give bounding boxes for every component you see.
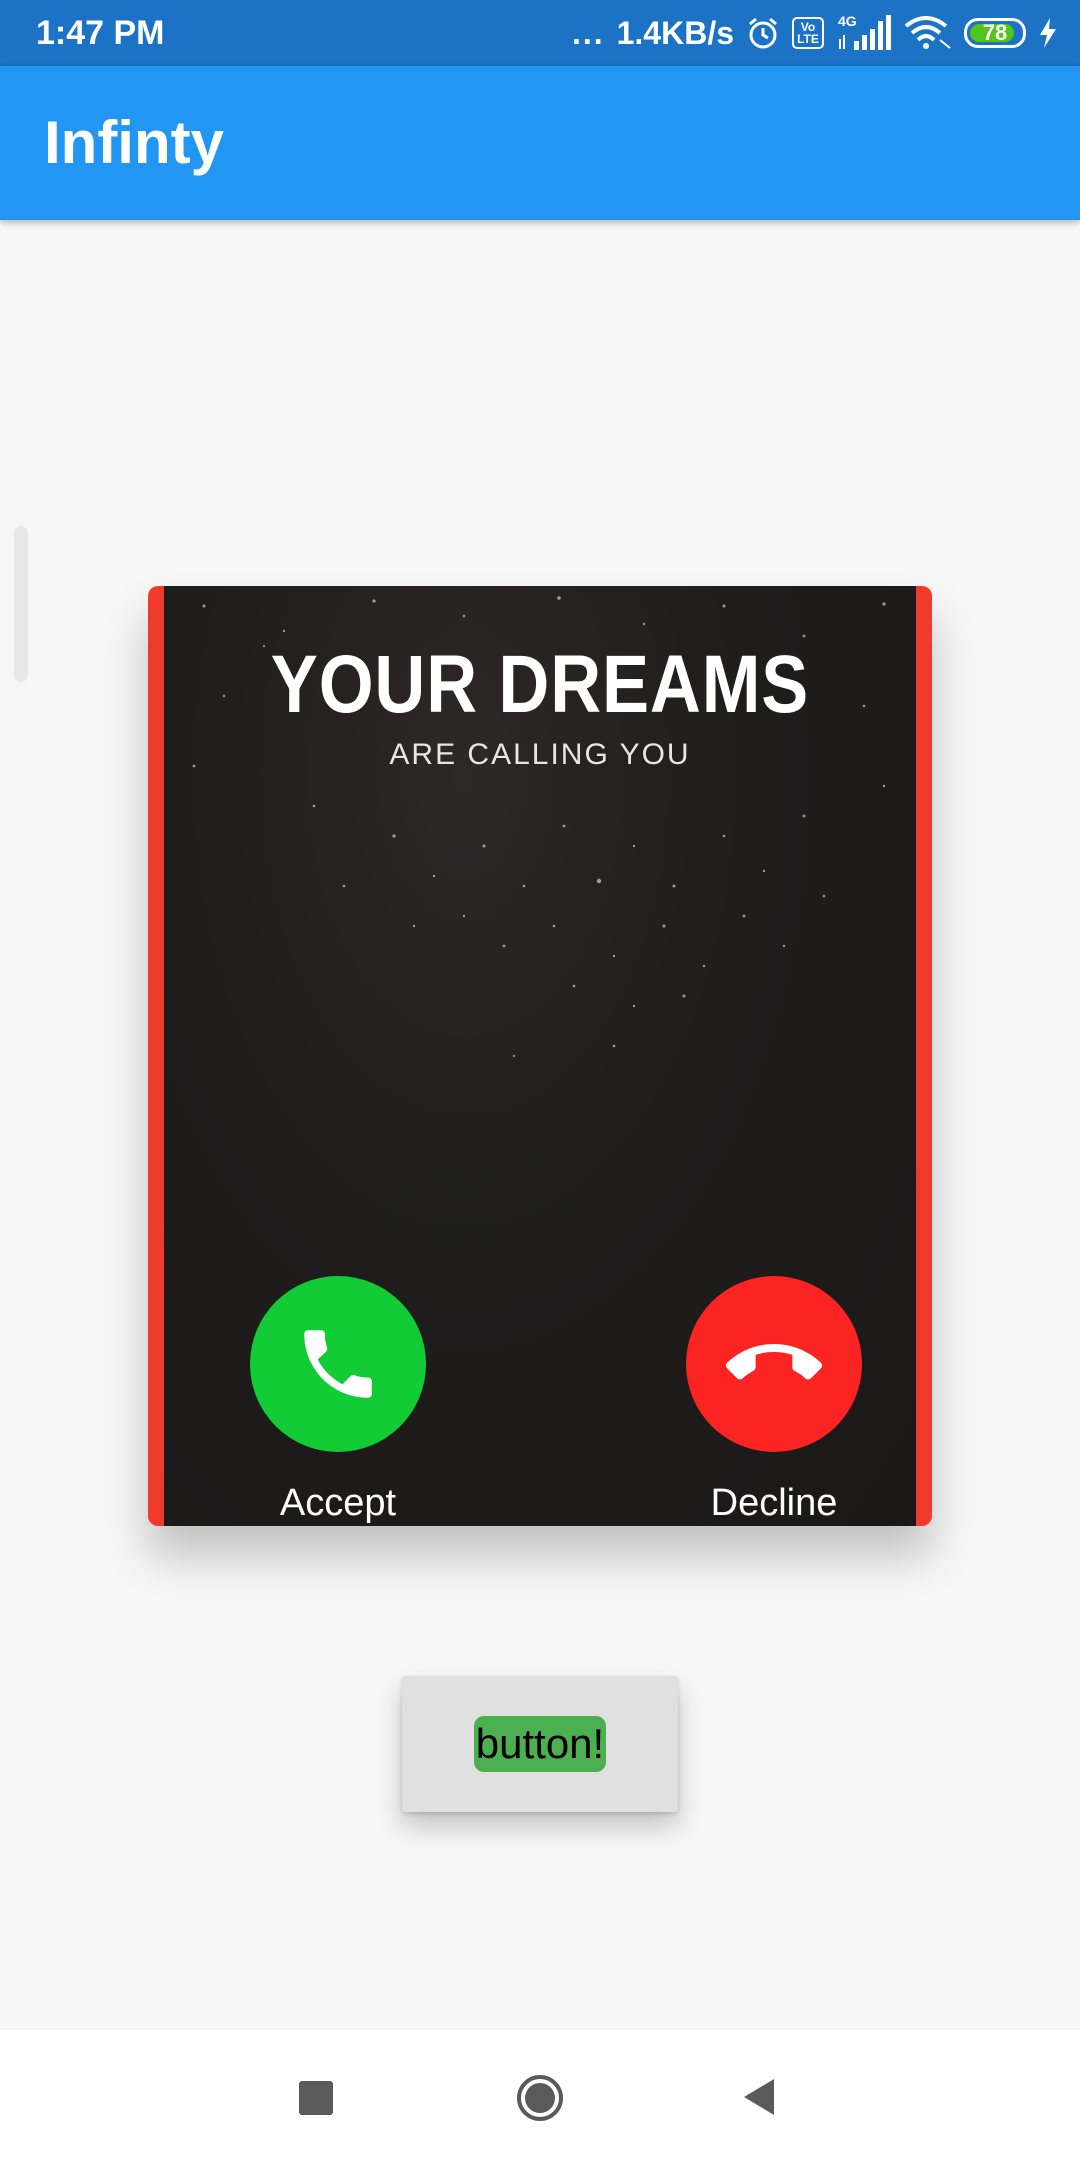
volte-icon: Vo LTE — [792, 17, 824, 49]
wifi-icon — [904, 16, 952, 50]
recents-icon[interactable] — [299, 2081, 333, 2115]
status-bar: 1:47 PM ... 1.4KB/s Vo LTE 4G 78 — [0, 0, 1080, 66]
accept-call-button[interactable] — [250, 1276, 426, 1452]
call-subheadline: ARE CALLING YOU — [389, 738, 691, 771]
navigation-bar — [0, 2030, 1080, 2160]
hang-up-icon — [726, 1344, 822, 1380]
call-headline: YOUR DREAMS — [270, 639, 810, 730]
status-icons: ... 1.4KB/s Vo LTE 4G 78 — [572, 10, 1058, 56]
battery-icon: 78 — [964, 18, 1026, 48]
action-button[interactable]: button! — [402, 1676, 678, 1812]
decline-label: Decline — [710, 1482, 838, 1524]
call-card-image: YOUR DREAMS ARE CALLING YOU Accept Decli… — [164, 586, 916, 1526]
phone-icon — [304, 1330, 372, 1398]
home-icon[interactable] — [516, 2074, 564, 2122]
back-icon[interactable] — [742, 2077, 776, 2117]
battery-level: 78 — [982, 20, 1008, 45]
call-card: YOUR DREAMS ARE CALLING YOU Accept Decli… — [148, 586, 932, 1526]
net-speed: 1.4KB/s — [616, 14, 734, 51]
alarm-icon — [746, 16, 780, 50]
app-bar: Infinty — [0, 66, 1080, 220]
scroll-indicator[interactable] — [14, 526, 28, 682]
charging-icon — [1038, 18, 1058, 48]
app-title: Infinty — [44, 109, 224, 176]
accept-label: Accept — [279, 1482, 397, 1524]
volte-bottom-text: LTE — [797, 32, 819, 46]
decline-call-button[interactable] — [686, 1276, 862, 1452]
action-button-label: button! — [473, 1716, 607, 1772]
status-dots: ... — [571, 14, 605, 51]
status-time: 1:47 PM — [36, 14, 165, 52]
signal-icon: 4G — [836, 13, 892, 53]
